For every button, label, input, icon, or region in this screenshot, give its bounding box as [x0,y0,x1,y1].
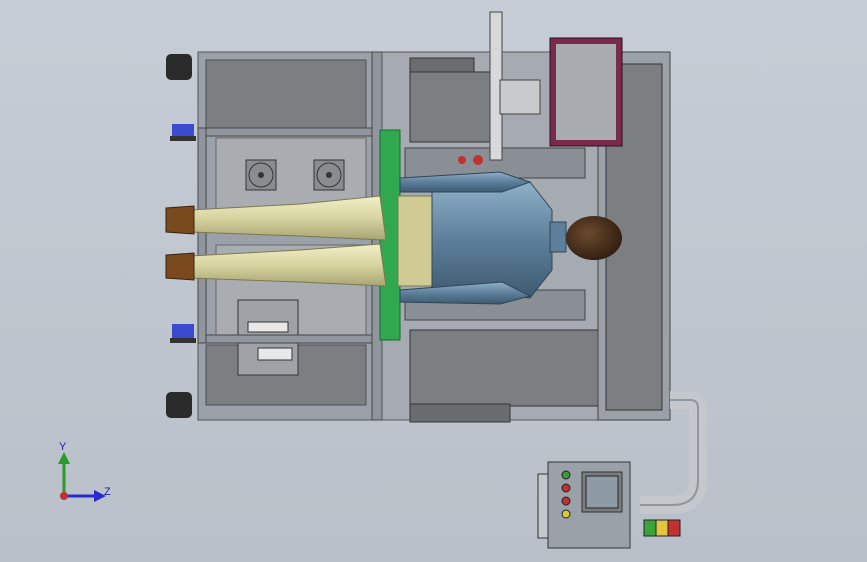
hmi-screen[interactable] [585,475,619,509]
tower-light-segment [667,519,681,537]
control-button[interactable] [561,470,571,480]
fan-icon [245,159,277,191]
bottom-rail [409,403,511,423]
z-axis-label: Z [104,486,111,498]
signal-tower-light [643,519,681,537]
tower-light-segment [643,519,657,537]
control-box[interactable] [537,461,631,549]
y-axis-label: Y [59,441,67,453]
control-button[interactable] [561,509,571,519]
assembly-model[interactable] [0,0,867,562]
coordinate-triad-icon [58,452,106,502]
control-button[interactable] [561,483,571,493]
control-button[interactable] [561,496,571,506]
fan-icon [313,159,345,191]
monitor-panel[interactable] [549,37,623,147]
cad-viewport[interactable]: Y Z [0,0,867,562]
caster-wheel-icon [166,54,192,418]
tower-light-segment [655,519,669,537]
